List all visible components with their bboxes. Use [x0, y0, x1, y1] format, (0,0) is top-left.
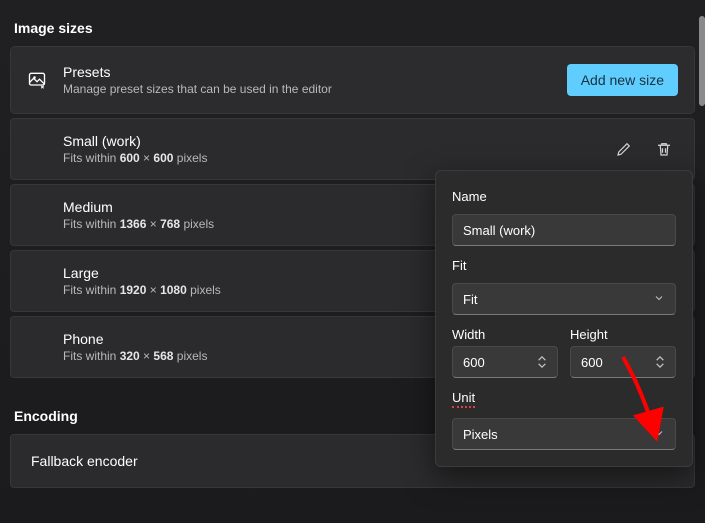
presets-card: Presets Manage preset sizes that can be …: [10, 46, 695, 114]
delete-icon[interactable]: [654, 139, 674, 159]
scrollbar[interactable]: [699, 16, 705, 106]
unit-value: Pixels: [463, 427, 498, 442]
fit-select[interactable]: Fit: [452, 283, 676, 315]
chevron-down-icon: [653, 427, 665, 442]
unit-label: Unit: [452, 390, 676, 408]
picture-icon: [27, 70, 47, 90]
height-label: Height: [570, 327, 676, 342]
chevron-down-icon: [653, 292, 665, 307]
spinner-icon[interactable]: [537, 355, 547, 369]
size-name: Small (work): [63, 133, 598, 149]
size-desc: Fits within 600 × 600 pixels: [63, 151, 598, 165]
width-label: Width: [452, 327, 558, 342]
name-input[interactable]: [463, 223, 665, 238]
fit-label: Fit: [452, 258, 676, 273]
spinner-icon[interactable]: [655, 355, 665, 369]
presets-title: Presets: [63, 64, 551, 80]
add-new-size-button[interactable]: Add new size: [567, 64, 678, 96]
unit-select[interactable]: Pixels: [452, 418, 676, 450]
height-value: 600: [581, 355, 603, 370]
section-image-sizes-title: Image sizes: [14, 20, 695, 36]
edit-size-popup: Name Fit Fit Width 600: [435, 170, 693, 467]
width-stepper[interactable]: 600: [452, 346, 558, 378]
presets-subtitle: Manage preset sizes that can be used in …: [63, 82, 551, 96]
settings-page: Image sizes Presets Manage preset sizes …: [0, 0, 705, 523]
name-field[interactable]: [452, 214, 676, 246]
width-value: 600: [463, 355, 485, 370]
edit-icon[interactable]: [614, 139, 634, 159]
height-stepper[interactable]: 600: [570, 346, 676, 378]
fit-value: Fit: [463, 292, 477, 307]
name-label: Name: [452, 189, 676, 204]
